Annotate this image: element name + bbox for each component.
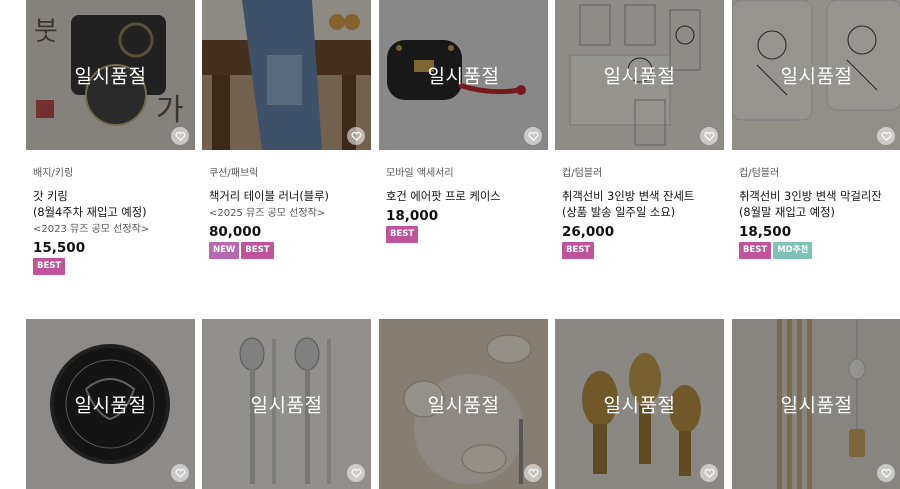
product-card[interactable]: 일시품절 컵/텀블러 취객선비 3인방 변색 잔세트 (상품 발송 일주일 소요… <box>555 0 724 259</box>
badge-group: BEST <box>386 226 548 243</box>
product-thumbnail[interactable]: 일시품절 <box>732 319 900 489</box>
product-card[interactable]: 일시품절 모바일 액세서리 호건 에어팟 프로 케이스 18,000 BEST <box>379 0 548 243</box>
product-name-note[interactable]: (8월4주차 재입고 예정) <box>33 205 195 221</box>
badge-group: BEST <box>562 242 724 259</box>
product-card[interactable]: 일시품절 <box>555 319 724 489</box>
product-thumbnail[interactable]: 일시품절 <box>555 0 724 150</box>
product-category: 컵/텀블러 <box>739 168 780 179</box>
product-card[interactable]: 쿠션/패브릭 책거리 테이블 러너(블루) <2025 뮤즈 공모 선정작> 8… <box>202 0 371 259</box>
soldout-label: 일시품절 <box>250 394 323 417</box>
product-thumbnail[interactable]: 일시품절 <box>555 319 724 489</box>
badge-group: BEST MD추천 <box>739 242 900 259</box>
badge-group: BEST <box>33 258 195 275</box>
soldout-label: 일시품절 <box>74 394 147 417</box>
wishlist-heart-icon[interactable] <box>877 464 895 482</box>
product-category: 컵/텀블러 <box>562 168 603 179</box>
product-category: 배지/키링 <box>33 168 74 179</box>
product-thumbnail[interactable]: 일시품절 <box>202 319 371 489</box>
product-price: 15,500 <box>33 240 86 256</box>
product-name[interactable]: 호건 에어팟 프로 케이스 <box>386 189 548 205</box>
wishlist-heart-icon[interactable] <box>700 127 718 145</box>
soldout-label: 일시품절 <box>603 394 676 417</box>
soldout-label: 일시품절 <box>780 394 853 417</box>
product-price: 18,500 <box>739 224 792 240</box>
product-thumbnail[interactable]: 일시품절 <box>732 0 900 150</box>
wishlist-heart-icon[interactable] <box>347 464 365 482</box>
product-card[interactable]: 붓 가 일시품절 배지/키링 갓 키링 (8월4주차 재입고 예정) <2023… <box>26 0 195 275</box>
product-price: 26,000 <box>562 224 615 240</box>
product-name[interactable]: 취객선비 3인방 변색 잔세트 <box>562 189 724 205</box>
product-category: 쿠션/패브릭 <box>209 168 259 179</box>
badge-group: NEW BEST <box>209 242 371 259</box>
wishlist-heart-icon[interactable] <box>171 127 189 145</box>
product-card[interactable]: 일시품절 <box>26 319 195 489</box>
wishlist-heart-icon[interactable] <box>524 127 542 145</box>
product-thumbnail[interactable]: 일시품절 <box>379 0 548 150</box>
md-pick-badge: MD추천 <box>773 242 813 259</box>
soldout-label: 일시품절 <box>427 394 500 417</box>
product-thumbnail[interactable]: 일시품절 <box>379 319 548 489</box>
best-badge: BEST <box>386 226 419 243</box>
best-badge: BEST <box>739 242 772 259</box>
product-card[interactable]: 일시품절 <box>202 319 371 489</box>
product-thumbnail[interactable]: 일시품절 <box>26 319 195 489</box>
soldout-label: 일시품절 <box>603 65 676 88</box>
product-name[interactable]: 갓 키링 <box>33 189 195 205</box>
soldout-label: 일시품절 <box>427 65 500 88</box>
soldout-overlay <box>202 0 371 150</box>
product-price: 18,000 <box>386 208 439 224</box>
product-name[interactable]: 책거리 테이블 러너(블루) <box>209 189 371 205</box>
wishlist-heart-icon[interactable] <box>171 464 189 482</box>
product-grid: 붓 가 일시품절 배지/키링 갓 키링 (8월4주차 재입고 예정) <2023… <box>0 0 900 489</box>
best-badge: BEST <box>562 242 595 259</box>
product-name-note[interactable]: (8월말 재입고 예정) <box>739 205 900 221</box>
product-price: 80,000 <box>209 224 262 240</box>
product-card[interactable]: 일시품절 컵/텀블러 취객선비 3인방 변색 막걸리잔 (8월말 재입고 예정)… <box>732 0 900 259</box>
product-thumbnail[interactable]: 붓 가 일시품절 <box>26 0 195 150</box>
product-card[interactable]: 일시품절 <box>732 319 900 489</box>
soldout-label: 일시품절 <box>780 65 853 88</box>
product-category: 모바일 액세서리 <box>386 168 454 179</box>
product-card[interactable]: 일시품절 <box>379 319 548 489</box>
wishlist-heart-icon[interactable] <box>347 127 365 145</box>
wishlist-heart-icon[interactable] <box>524 464 542 482</box>
new-badge: NEW <box>209 242 240 259</box>
soldout-label: 일시품절 <box>74 65 147 88</box>
best-badge: BEST <box>241 242 274 259</box>
product-subtitle: <2025 뮤즈 공모 선정작> <box>209 208 326 219</box>
product-name-note[interactable]: (상품 발송 일주일 소요) <box>562 205 724 221</box>
product-name[interactable]: 취객선비 3인방 변색 막걸리잔 <box>739 189 900 205</box>
wishlist-heart-icon[interactable] <box>700 464 718 482</box>
product-subtitle: <2023 뮤즈 공모 선정작> <box>33 224 150 235</box>
product-thumbnail[interactable] <box>202 0 371 150</box>
wishlist-heart-icon[interactable] <box>877 127 895 145</box>
best-badge: BEST <box>33 258 66 275</box>
